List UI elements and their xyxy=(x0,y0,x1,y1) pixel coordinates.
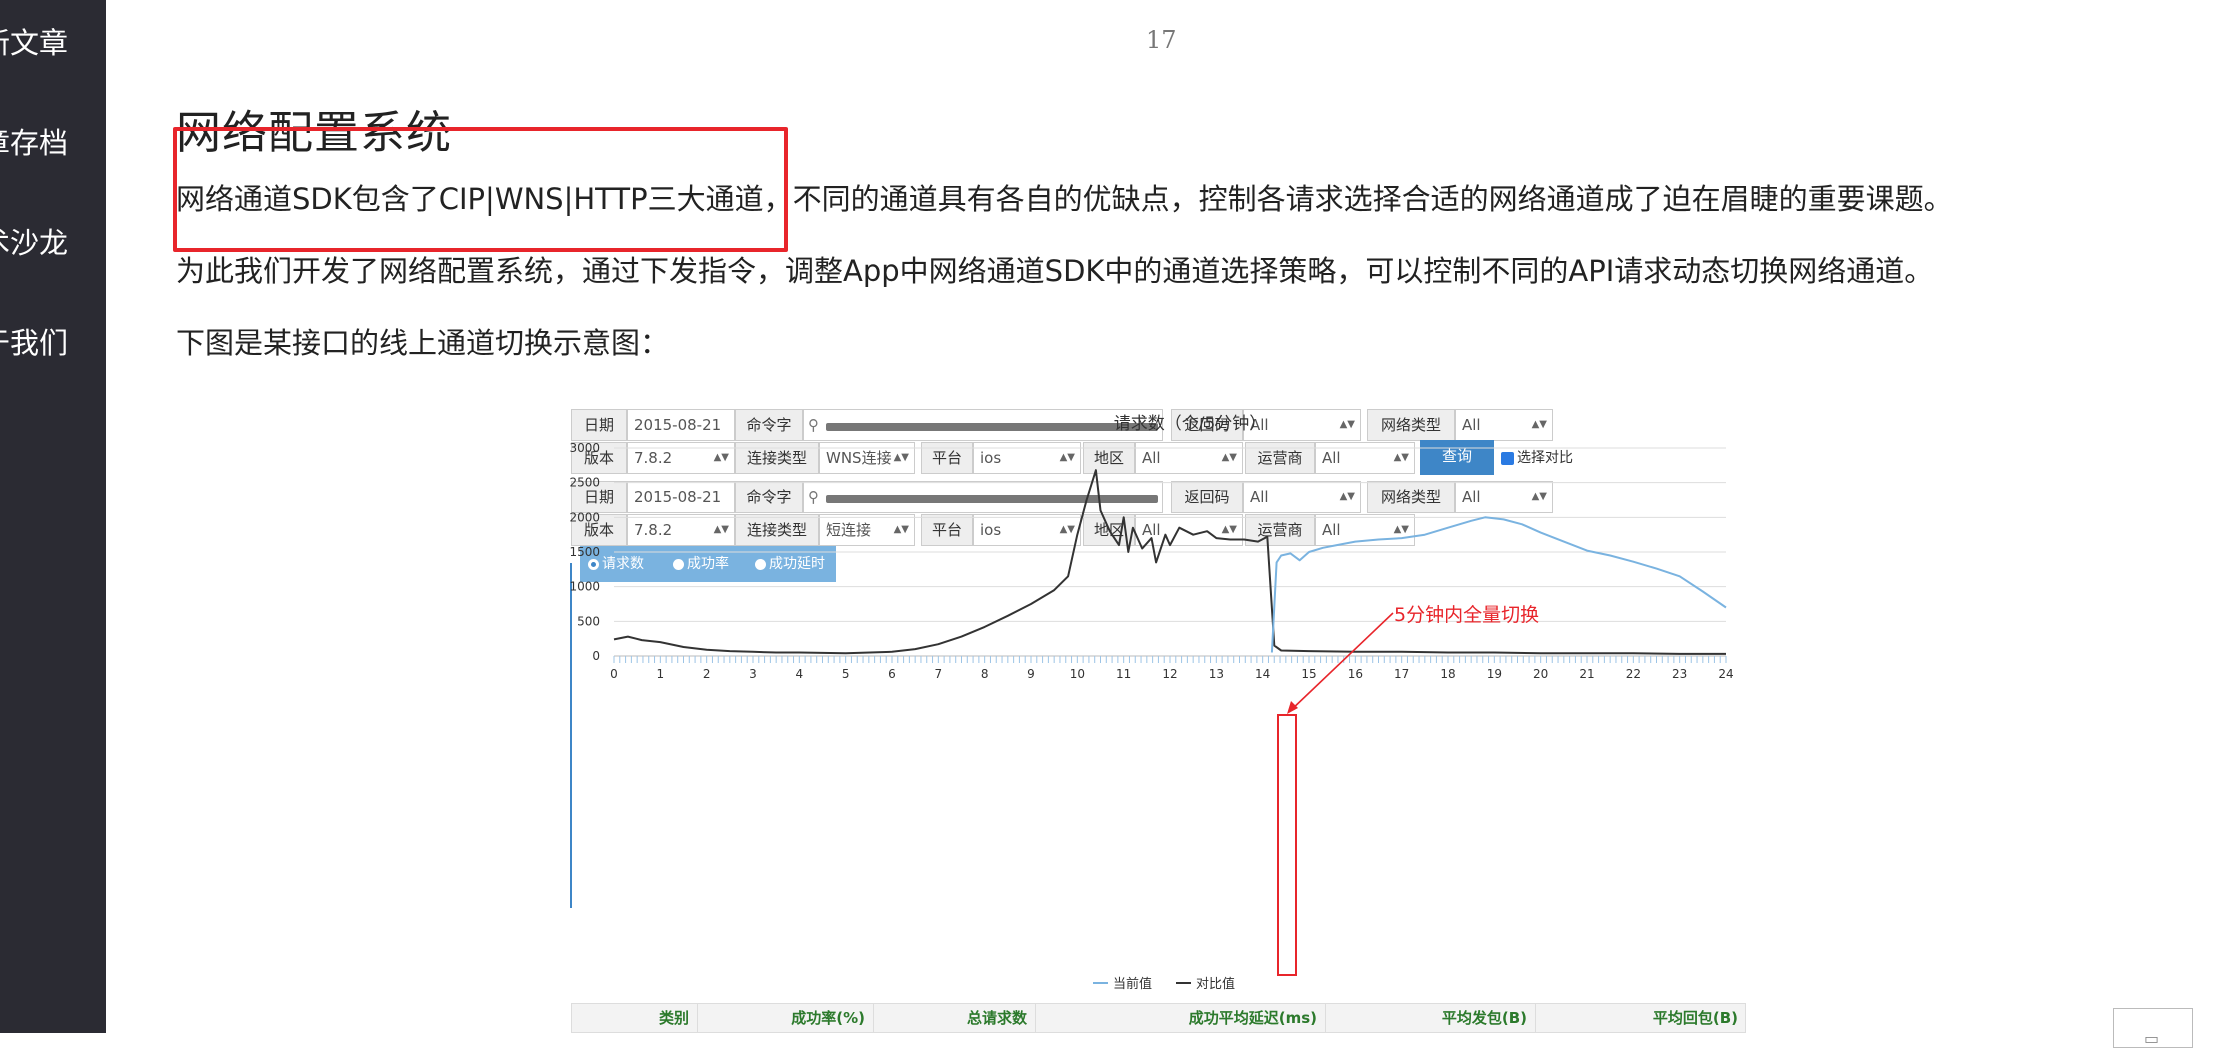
chart-grid xyxy=(614,447,1726,657)
x-tick-label: 23 xyxy=(1672,667,1687,681)
highlight-box xyxy=(173,127,788,252)
annotation-arrow xyxy=(1288,612,1394,713)
x-tick-label: 10 xyxy=(1070,667,1085,681)
x-tick-label: 14 xyxy=(1255,667,1270,681)
y-tick-label: 500 xyxy=(577,614,600,628)
y-tick-label: 1000 xyxy=(570,580,600,594)
series-line-current xyxy=(1270,516,1727,653)
col-category: 类别 xyxy=(572,1004,698,1032)
legend-label-compare: 对比值 xyxy=(1196,976,1235,992)
series-line-compare xyxy=(613,469,1726,655)
x-tick-label: 3 xyxy=(749,667,757,681)
x-tick-label: 4 xyxy=(796,667,804,681)
request-count-chart: 请求数（个/5分钟） 0 1 2 3 4 5 6 7 8 9 10 11 12 13 14 15 16 17 18 1… xyxy=(570,414,1734,992)
article-paragraph-3: 下图是某接口的线上通道切换示意图： xyxy=(176,326,670,360)
x-tick-label: 0 xyxy=(610,667,618,681)
x-tick-label: 22 xyxy=(1626,667,1641,681)
x-tick-label: 12 xyxy=(1162,667,1177,681)
article-paragraph-2: 为此我们开发了网络配置系统，通过下发指令，调整App中网络通道SDK中的通道选择… xyxy=(176,254,1934,288)
x-tick-label: 24 xyxy=(1718,667,1733,681)
annotation-text: 5分钟内全量切换 xyxy=(1394,604,1539,626)
x-tick-label: 8 xyxy=(981,667,989,681)
y-tick-label: 2000 xyxy=(570,510,600,524)
arrow-head-icon xyxy=(1287,701,1298,714)
x-tick-label: 15 xyxy=(1301,667,1316,681)
x-tick-label: 18 xyxy=(1440,667,1455,681)
sidebar-item-new-articles[interactable]: 新文章 xyxy=(0,20,68,62)
page-number: 17 xyxy=(1146,26,1177,54)
y-axis: 0 500 1000 1500 2000 2500 3000 xyxy=(570,441,600,663)
y-tick-label: 2500 xyxy=(570,476,600,490)
dashboard-figure: 日期 2015-08-21 命令字 ⚲ 返回码 All ▲▼ 网络类型 All ▲▼… xyxy=(570,407,1750,1033)
x-tick-label: 1 xyxy=(657,667,665,681)
x-tick-label: 7 xyxy=(935,667,943,681)
y-tick-label: 0 xyxy=(592,649,600,663)
switch-highlight-box xyxy=(1277,714,1297,976)
x-tick-label: 5 xyxy=(842,667,850,681)
sidebar-item-tech-salon[interactable]: 术沙龙 xyxy=(0,220,68,262)
x-tick-label: 21 xyxy=(1579,667,1594,681)
x-tick-label: 11 xyxy=(1116,667,1131,681)
col-total-requests: 总请求数 xyxy=(874,1004,1036,1032)
sidebar-item-archive[interactable]: 章存档 xyxy=(0,120,68,162)
grid-icon: ▭ xyxy=(2144,1029,2160,1048)
legend-label-current: 当前值 xyxy=(1113,976,1152,992)
chart-title: 请求数（个/5分钟） xyxy=(1114,414,1267,434)
chart-lines xyxy=(613,469,1727,655)
sidebar-item-about-us[interactable]: 于我们 xyxy=(0,320,68,362)
col-avg-recv: 平均回包(B) xyxy=(1652,1009,1738,1027)
summary-table-header: 类别 成功率(%) 总请求数 成功平均延迟(ms) 平均发包(B) 平均回包(B… xyxy=(571,1003,1746,1033)
y-tick-label: 3000 xyxy=(570,441,600,455)
col-avg-send: 平均发包(B) xyxy=(1326,1004,1536,1032)
col-success-rate: 成功率(%) xyxy=(698,1004,874,1032)
x-axis: 0 1 2 3 4 5 6 7 8 9 10 11 12 13 14 15 16 17 18 19 20 21 22 23 24 xyxy=(610,656,1734,681)
x-tick-label: 9 xyxy=(1027,667,1035,681)
sidebar-nav: 新文章 章存档 术沙龙 于我们 xyxy=(0,0,106,1033)
x-tick-label: 20 xyxy=(1533,667,1548,681)
chart-legend: 当前值 对比值 xyxy=(1093,976,1235,992)
x-tick-label: 2 xyxy=(703,667,711,681)
col-avg-latency: 成功平均延迟(ms) xyxy=(1036,1004,1326,1032)
x-tick-label: 16 xyxy=(1348,667,1363,681)
x-tick-label: 19 xyxy=(1487,667,1502,681)
x-tick-label: 13 xyxy=(1209,667,1224,681)
x-tick-label: 6 xyxy=(888,667,896,681)
corner-widget[interactable]: ▭ xyxy=(2113,1008,2193,1048)
x-tick-label: 17 xyxy=(1394,667,1409,681)
y-tick-label: 1500 xyxy=(570,545,600,559)
